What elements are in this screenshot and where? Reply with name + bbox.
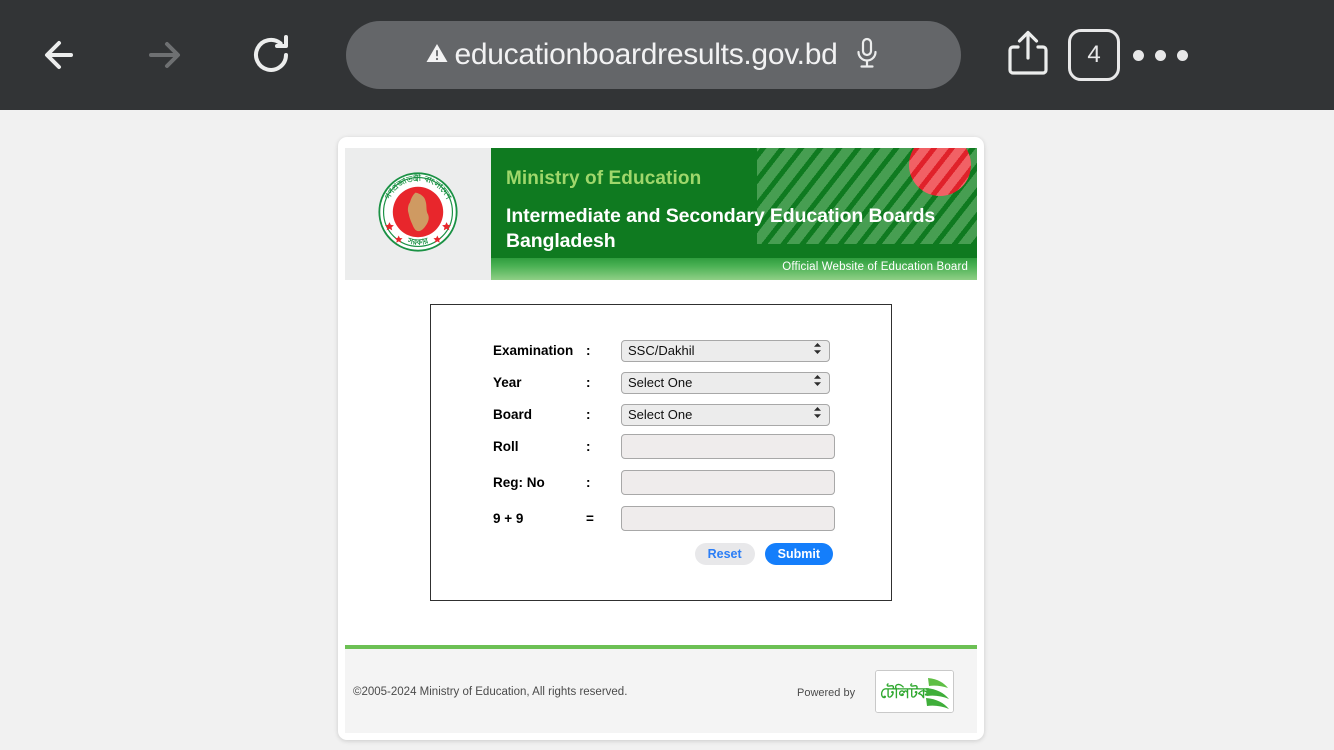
site-header: গণপ্রজাতন্ত্রী বাংলাদেশ সরকার Ministry o… [345, 148, 977, 280]
separator-captcha: = [586, 511, 594, 526]
reload-icon [245, 29, 297, 81]
forward-button [124, 16, 202, 94]
label-year: Year [493, 375, 522, 390]
government-logo-container: গণপ্রজাতন্ত্রী বাংলাদেশ সরকার [345, 148, 491, 280]
board-select-wrap: Select One [621, 403, 830, 426]
microphone-icon[interactable] [852, 36, 882, 75]
tab-count-value: 4 [1087, 41, 1101, 68]
site-banner: Ministry of Education Intermediate and S… [491, 148, 977, 280]
year-select-wrap: Select One [621, 371, 830, 394]
form-actions: Reset Submit [694, 543, 833, 565]
separator-examination: : [586, 343, 591, 358]
arrow-right-icon [137, 29, 189, 81]
address-bar-url: educationboardresults.gov.bd [454, 38, 838, 71]
copyright-text: ©2005-2024 Ministry of Education, All ri… [353, 686, 628, 698]
form-row-roll: Roll : [431, 431, 891, 462]
share-icon [1006, 28, 1050, 83]
warning-triangle-icon [425, 41, 449, 70]
reset-button[interactable]: Reset [694, 543, 755, 565]
powered-by-text: Powered by [797, 687, 856, 699]
form-row-registration: Reg: No : [431, 467, 891, 498]
back-button[interactable] [24, 16, 102, 94]
address-bar[interactable]: educationboardresults.gov.bd [346, 21, 961, 89]
more-options-button[interactable] [1127, 20, 1193, 90]
label-captcha-question: 9 + 9 [493, 511, 524, 526]
tabs-button[interactable]: 4 [1061, 20, 1127, 90]
page-viewport: গণপ্রজাতন্ত্রী বাংলাদেশ সরকার Ministry o… [0, 110, 1334, 750]
captcha-input[interactable] [621, 506, 835, 531]
svg-text:টেলিটক: টেলিটক [880, 683, 929, 702]
site-tagline: Official Website of Education Board [782, 261, 968, 273]
result-search-form: Examination : SSC/Dakhil Year: Select O… [430, 304, 892, 601]
board-select[interactable]: Select One [621, 403, 830, 426]
separator-board: : [586, 407, 591, 422]
arrow-left-icon [37, 29, 89, 81]
separator-year: : [586, 375, 591, 390]
toolbar-right-actions: 4 [995, 20, 1193, 90]
registration-input[interactable] [621, 470, 835, 495]
label-board: Board [493, 407, 533, 422]
site-footer: ©2005-2024 Ministry of Education, All ri… [345, 649, 977, 733]
separator-registration: : [586, 475, 591, 490]
share-button[interactable] [995, 20, 1061, 90]
site-title: Intermediate and Secondary Education Boa… [506, 205, 936, 252]
form-row-board: Board : Select One [431, 399, 891, 430]
ministry-name: Ministry of Education [506, 168, 702, 189]
form-row-captcha: 9 + 9 = [431, 503, 891, 534]
form-rows: Examination : SSC/Dakhil Year: Select O… [431, 335, 891, 539]
tab-count-badge: 4 [1068, 29, 1120, 81]
form-row-examination: Examination : SSC/Dakhil [431, 335, 891, 366]
label-examination: Examination [493, 343, 574, 358]
bangladesh-government-seal-icon: গণপ্রজাতন্ত্রী বাংলাদেশ সরকার [376, 170, 460, 259]
reload-button[interactable] [232, 16, 310, 94]
ellipsis-icon [1132, 49, 1188, 61]
browser-toolbar: educationboardresults.gov.bd 4 [0, 0, 1334, 110]
year-select[interactable]: Select One [621, 371, 830, 394]
label-roll: Roll [493, 439, 519, 454]
roll-input[interactable] [621, 434, 835, 459]
form-row-year: Year : Select One [431, 367, 891, 398]
page-card: গণপ্রজাতন্ত্রী বাংলাদেশ সরকার Ministry o… [338, 137, 984, 740]
separator-roll: : [586, 439, 591, 454]
examination-select[interactable]: SSC/Dakhil [621, 339, 830, 362]
teletalk-logo: টেলিটক [875, 670, 954, 713]
submit-button[interactable]: Submit [764, 543, 833, 565]
label-registration: Reg: No [493, 475, 545, 490]
site-tagline-bar: Official Website of Education Board [491, 258, 977, 280]
examination-select-wrap: SSC/Dakhil [621, 339, 830, 362]
